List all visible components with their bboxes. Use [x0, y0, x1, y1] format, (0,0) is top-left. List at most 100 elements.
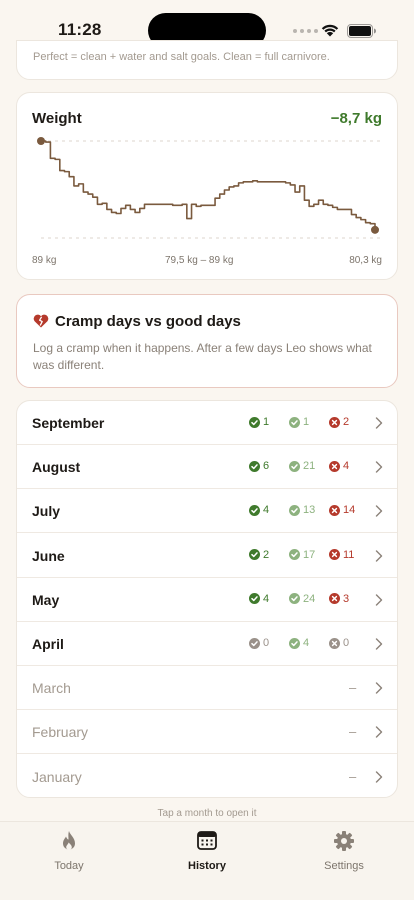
partial-count-value: 21 — [303, 460, 316, 473]
check-circle-icon — [289, 416, 300, 428]
calendar-icon — [197, 831, 217, 850]
partial-count-value: 1 — [303, 416, 310, 428]
chevron-right-icon — [375, 505, 383, 518]
check-circle-icon — [249, 416, 260, 428]
hint-text: Tap a month to open it — [157, 808, 257, 819]
clean-count-value: 6 — [263, 460, 270, 473]
month-name: April — [32, 636, 64, 652]
tab-settings-label: Settings — [324, 860, 364, 872]
check-circle-icon — [289, 460, 300, 472]
cramp-count: 0 — [329, 637, 349, 649]
weight-chart — [37, 137, 381, 239]
month-name: March — [32, 680, 71, 697]
status-time: 11:28 — [58, 20, 102, 39]
cramp-count-value: 14 — [343, 504, 356, 517]
weight-card[interactable]: Weight −8,7 kg 89 kg 79,5 kg – 89 kg 80,… — [16, 92, 398, 280]
no-data-dash: – — [349, 680, 357, 696]
clean-count: 6 — [249, 460, 269, 472]
partial-count-value: 17 — [303, 548, 316, 561]
partial-count: 24 — [289, 593, 315, 605]
month-row[interactable]: February – — [17, 710, 397, 755]
month-row[interactable]: September 1 1 2 — [17, 401, 397, 445]
summary-text: Perfect = clean + water and salt goals. … — [33, 51, 330, 63]
tab-bar: Today History Settings — [0, 821, 414, 900]
cellular-signal-icon — [293, 29, 318, 33]
clean-count-value: 4 — [263, 592, 270, 605]
check-circle-icon — [249, 504, 260, 516]
chevron-right-icon — [375, 770, 383, 783]
month-row[interactable]: August 6 21 4 — [17, 445, 397, 490]
cramp-count-value: 0 — [343, 637, 350, 649]
cramp-count-value: 3 — [343, 592, 350, 605]
x-circle-icon — [329, 416, 340, 428]
clean-count: 1 — [249, 416, 269, 428]
month-row[interactable]: July 4 13 14 — [17, 489, 397, 534]
check-circle-icon — [249, 637, 260, 649]
x-circle-icon — [329, 593, 340, 605]
cramp-count: 11 — [329, 549, 354, 561]
check-circle-icon — [249, 549, 260, 561]
month-row[interactable]: June 2 17 11 — [17, 534, 397, 578]
partial-count: 21 — [289, 460, 315, 472]
clean-count: 0 — [249, 637, 269, 649]
partial-count: 17 — [289, 549, 315, 561]
cramp-count-value: 11 — [343, 548, 355, 561]
clean-count-value: 0 — [263, 637, 270, 649]
broken-heart-icon — [33, 314, 49, 328]
cramp-count-value: 2 — [343, 416, 350, 428]
cramp-count: 4 — [329, 460, 349, 472]
cramp-count: 3 — [329, 593, 349, 605]
month-name: June — [32, 547, 65, 564]
tab-today[interactable]: Today — [24, 830, 114, 872]
weight-axis-range: 79,5 kg – 89 kg — [165, 255, 234, 266]
check-circle-icon — [249, 460, 260, 472]
clean-count-value: 2 — [263, 548, 270, 561]
no-data-dash: – — [349, 724, 357, 740]
check-circle-icon — [289, 593, 300, 605]
cramp-count: 2 — [329, 416, 349, 428]
clean-count: 2 — [249, 549, 269, 561]
partial-count-value: 4 — [303, 637, 310, 649]
chevron-right-icon — [375, 594, 383, 606]
partial-count: 4 — [289, 637, 309, 649]
weight-start-point — [37, 137, 45, 145]
weight-end-point — [371, 225, 379, 234]
month-row[interactable]: March – — [17, 666, 397, 711]
partial-count-value: 24 — [303, 592, 316, 605]
weight-axis-start: 89 kg — [32, 255, 57, 266]
summary-card: Perfect = clean + water and salt goals. … — [16, 40, 398, 80]
partial-count-value: 13 — [303, 504, 316, 517]
partial-count: 1 — [289, 416, 309, 428]
weight-line — [41, 140, 376, 230]
x-circle-icon — [329, 460, 340, 472]
tab-settings[interactable]: Settings — [299, 830, 389, 872]
check-circle-icon — [289, 504, 300, 516]
cramp-card[interactable]: Cramp days vs good days Log a cramp when… — [16, 294, 398, 388]
tab-history[interactable]: History — [162, 830, 252, 872]
cramp-count: 14 — [329, 504, 355, 516]
weight-axis-end: 80,3 kg — [349, 255, 382, 266]
check-circle-icon — [289, 549, 300, 561]
gear-icon — [334, 831, 354, 851]
tab-today-label: Today — [54, 860, 84, 872]
months-list: September 1 1 2 August 6 21 4 July 4 13 14 June 2 17 11… — [16, 400, 398, 798]
check-circle-icon — [289, 637, 300, 649]
month-row[interactable]: January – — [17, 755, 397, 797]
cramp-count-value: 4 — [343, 460, 350, 473]
month-name: July — [32, 503, 61, 520]
flame-icon — [63, 831, 75, 850]
chevron-right-icon — [375, 417, 383, 429]
month-name: August — [32, 459, 81, 476]
month-name: May — [32, 591, 60, 608]
month-name: September — [32, 415, 105, 431]
x-circle-icon — [329, 504, 340, 516]
cramp-description: Log a cramp when it happens. After a few… — [33, 341, 372, 372]
month-row[interactable]: April 0 4 0 — [17, 622, 397, 666]
month-row[interactable]: May 4 24 3 — [17, 578, 397, 622]
x-circle-icon — [329, 637, 340, 649]
tab-history-label: History — [188, 860, 226, 872]
chevron-right-icon — [375, 726, 383, 739]
cramp-title: Cramp days vs good days — [55, 313, 241, 330]
clean-count-value: 4 — [263, 504, 270, 517]
chevron-right-icon — [375, 682, 383, 694]
